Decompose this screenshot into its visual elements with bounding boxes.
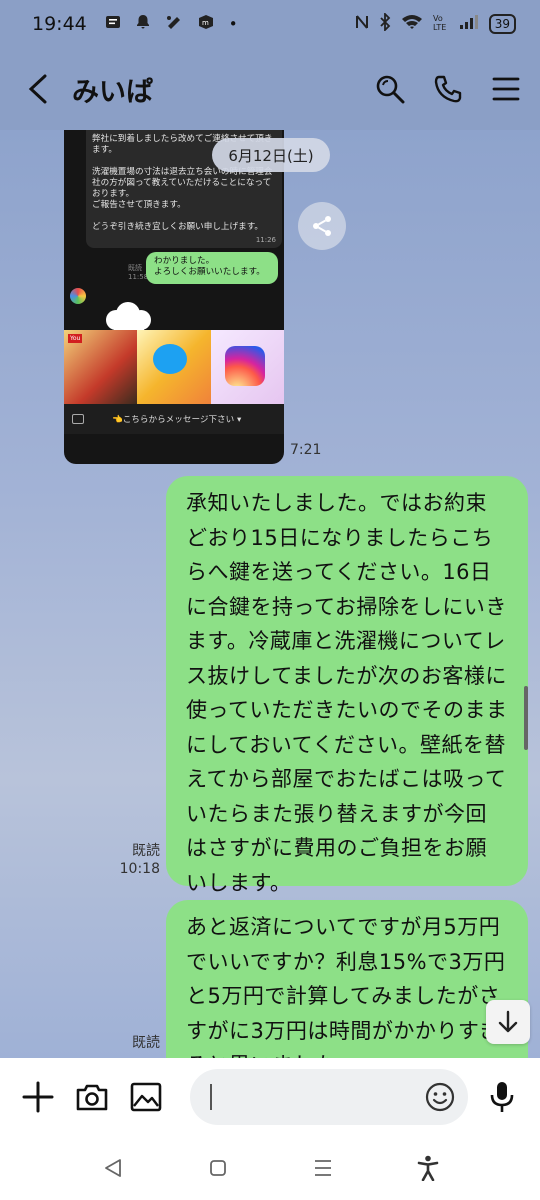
share-icon bbox=[313, 216, 331, 236]
app2-icon: m bbox=[197, 14, 215, 34]
screenshot-input-bar: 👈こちらからメッセージ下さい ▾ bbox=[64, 404, 284, 434]
twitter-bird-icon bbox=[153, 344, 188, 374]
youtube-label: You bbox=[68, 334, 83, 343]
message-time: 10:18 bbox=[119, 861, 160, 877]
date-separator: 6月12日(土) bbox=[212, 138, 330, 172]
emoji-icon[interactable] bbox=[424, 1081, 456, 1113]
battery-indicator: 39 bbox=[488, 14, 516, 34]
phone-icon bbox=[434, 75, 462, 103]
chevron-left-icon bbox=[28, 74, 47, 104]
accessibility-button[interactable] bbox=[413, 1153, 443, 1183]
status-bar: 19:44 m • Vo LTE 39 bbox=[0, 0, 540, 48]
chat-title[interactable]: みいぱ bbox=[72, 70, 153, 109]
nav-back-button[interactable] bbox=[98, 1153, 128, 1183]
youtube-thumbnail: You bbox=[64, 330, 138, 404]
accessibility-icon bbox=[417, 1155, 438, 1181]
call-button[interactable] bbox=[432, 73, 464, 105]
message-bubble[interactable]: あと返済についてですが月5万円でいいですか？利息15%で3万円と5万円で計算して… bbox=[166, 900, 528, 1058]
system-nav-bar bbox=[0, 1136, 540, 1200]
twitter-thumbnail bbox=[137, 330, 211, 404]
shared-screenshot-image[interactable]: 弊社に到着しましたら改めてご連絡させて頂きます。 洗濯機置場の寸法は退去立ち会い… bbox=[64, 130, 284, 464]
instagram-thumbnail bbox=[210, 330, 284, 404]
menu-icon bbox=[492, 77, 520, 101]
message-bubble[interactable]: 承知いたしました。ではお約束どおり15日になりましたらこちらへ鍵を送ってください… bbox=[166, 476, 528, 895]
keyboard-icon bbox=[72, 414, 84, 424]
search-button[interactable] bbox=[374, 73, 406, 105]
signal-icon bbox=[459, 14, 479, 34]
nav-home-button[interactable] bbox=[203, 1153, 233, 1183]
chat-area[interactable]: 弊社に到着しましたら改めてご連絡させて頂きます。 洗濯機置場の寸法は退去立ち会い… bbox=[0, 130, 540, 1058]
recents-icon bbox=[314, 1160, 331, 1176]
chat-header: みいぱ bbox=[0, 48, 540, 130]
square-home-icon bbox=[209, 1160, 226, 1176]
svg-text:m: m bbox=[202, 19, 209, 27]
nfc-icon bbox=[355, 14, 369, 34]
camera-icon bbox=[76, 1084, 108, 1111]
scroll-to-bottom-button[interactable] bbox=[486, 1000, 530, 1044]
screenshot-top-time: 11:26 bbox=[255, 236, 276, 244]
screenshot-reply-text: わかりました。 よろしくお願いいたします。 bbox=[154, 256, 265, 277]
read-label: 既読 bbox=[132, 1035, 160, 1051]
wifi-icon bbox=[401, 14, 423, 34]
screenshot-input-hint: 👈こちらからメッセージ下さい ▾ bbox=[112, 415, 242, 425]
message-text: 承知いたしました。ではお約束どおり15日になりましたらこちらへ鍵を送ってください… bbox=[186, 491, 508, 895]
image-button[interactable] bbox=[126, 1077, 166, 1117]
screenshot-message-time: 7:21 bbox=[290, 442, 322, 458]
instagram-icon bbox=[224, 346, 265, 386]
screenshot-reply-bubble: わかりました。 よろしくお願いいたします。 bbox=[146, 252, 278, 284]
read-label: 既読 bbox=[132, 843, 160, 859]
message-input[interactable] bbox=[190, 1069, 468, 1125]
text-caret bbox=[210, 1084, 212, 1110]
plus-icon bbox=[22, 1081, 54, 1113]
sheep-sticker-icon bbox=[106, 302, 151, 332]
search-icon bbox=[376, 75, 405, 104]
scrollbar[interactable] bbox=[524, 686, 528, 750]
camera-button[interactable] bbox=[72, 1077, 112, 1117]
back-button[interactable] bbox=[18, 69, 58, 109]
triangle-back-icon bbox=[104, 1159, 121, 1177]
status-dot: • bbox=[228, 15, 238, 33]
voice-button[interactable] bbox=[482, 1077, 522, 1117]
bluetooth-icon bbox=[379, 11, 391, 35]
image-icon bbox=[130, 1082, 162, 1112]
share-button[interactable] bbox=[298, 202, 346, 250]
bell-icon bbox=[135, 14, 151, 34]
avatar bbox=[70, 288, 86, 304]
arrow-down-icon bbox=[498, 1010, 518, 1033]
volte-icon: Vo LTE bbox=[433, 13, 449, 35]
message-input-bar bbox=[0, 1058, 540, 1136]
svg-text:Vo: Vo bbox=[433, 14, 443, 23]
notification-icon bbox=[105, 15, 121, 33]
status-time: 19:44 bbox=[32, 13, 87, 35]
svg-text:LTE: LTE bbox=[433, 23, 446, 31]
microphone-icon bbox=[490, 1082, 514, 1112]
add-button[interactable] bbox=[18, 1077, 58, 1117]
message-text: あと返済についてですが月5万円でいいですか？利息15%で3万円と5万円で計算して… bbox=[186, 915, 506, 1058]
menu-button[interactable] bbox=[490, 73, 522, 105]
nav-recents-button[interactable] bbox=[308, 1153, 338, 1183]
promo-banner: You bbox=[64, 330, 284, 404]
app-icon bbox=[165, 14, 183, 34]
